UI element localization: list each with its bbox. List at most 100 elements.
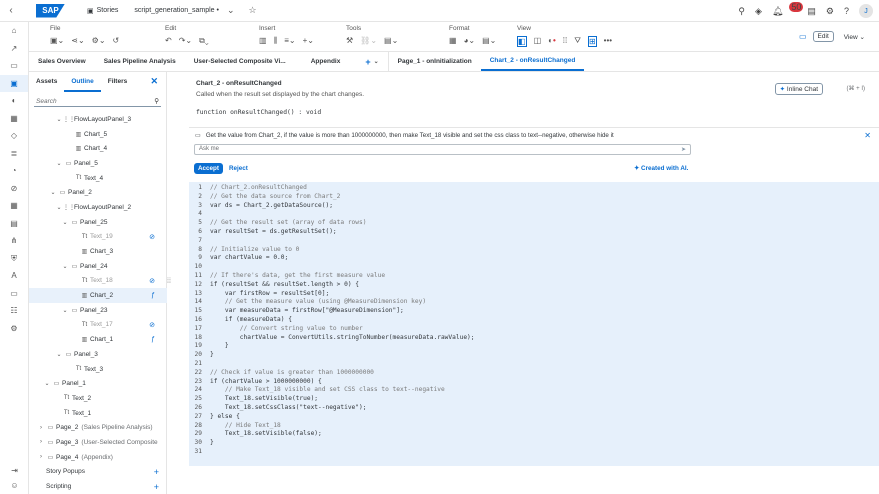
explore-icon[interactable]: ⊘ bbox=[0, 180, 28, 198]
tree-item[interactable]: ⌄ ▭ Panel_2 bbox=[29, 185, 167, 200]
model-icon[interactable]: ◇ bbox=[0, 127, 28, 145]
drag-handle-icon[interactable]: ⁞⁞ bbox=[167, 278, 171, 285]
story-popups-row[interactable]: Story Popups + bbox=[29, 464, 167, 479]
input-control-icon[interactable]: ≡⌄ bbox=[284, 36, 295, 46]
table-insert-icon[interactable]: ⫼ bbox=[274, 36, 278, 46]
tool-more-icon[interactable]: ▤⌄ bbox=[384, 36, 398, 45]
chevron-icon[interactable]: › bbox=[37, 454, 45, 460]
tab-outline[interactable]: Outline bbox=[64, 72, 101, 92]
chevron-down-icon[interactable]: ⌄ bbox=[227, 5, 235, 16]
help-icon[interactable]: ? bbox=[844, 6, 849, 16]
home-icon[interactable]: ⌂ bbox=[0, 22, 28, 40]
feedback-icon[interactable]: ▤ bbox=[807, 6, 816, 17]
tree-item[interactable]: ▥ Chart_1 ƒ bbox=[29, 332, 167, 347]
tree-item[interactable]: ⌄ ▭ Panel_25 bbox=[29, 215, 167, 230]
chevron-icon[interactable]: ⌄ bbox=[55, 204, 63, 211]
script-icon[interactable]: ƒ bbox=[151, 292, 155, 299]
stories-nav-icon[interactable]: ▣ bbox=[0, 74, 28, 92]
hidden-eye-icon[interactable]: ⊘ bbox=[149, 321, 155, 329]
trend-icon[interactable]: ↗ bbox=[0, 40, 28, 58]
format-more-icon[interactable]: ▤⌄ bbox=[482, 36, 496, 45]
view-button[interactable]: View ⌄ bbox=[839, 31, 869, 42]
tab-page1-oninit[interactable]: Page_1 - onInitialization bbox=[389, 52, 481, 71]
code-area[interactable]: 1 // Chart_2.onResultChanged 2 // Get the d… bbox=[189, 182, 879, 466]
close-ai-icon[interactable]: ✕ bbox=[864, 131, 871, 140]
chart-icon[interactable]: ▥ bbox=[259, 36, 267, 46]
scripting-icon[interactable]: ⊞ bbox=[587, 36, 597, 47]
chevron-icon[interactable]: › bbox=[37, 425, 45, 431]
tree-item[interactable]: ⌄ ⋮⋮ FlowLayoutPanel_2 bbox=[29, 200, 167, 215]
tree-item[interactable]: ▥ Chart_3 bbox=[29, 244, 167, 259]
system-icon[interactable]: ⚙ bbox=[0, 320, 28, 338]
history-icon[interactable]: ↺ bbox=[113, 36, 120, 45]
tree-item[interactable]: ▥ Chart_2 ƒ bbox=[29, 288, 167, 303]
tree-item[interactable]: ⌄ ▭ Panel_24 bbox=[29, 259, 167, 274]
sap-logo[interactable]: SAP bbox=[36, 3, 65, 18]
style-icon[interactable]: ▦ bbox=[449, 36, 457, 45]
layout-icon[interactable]: ◧ bbox=[517, 36, 527, 47]
grid-icon[interactable]: ⁞⁞ bbox=[563, 36, 567, 47]
filter-icon[interactable]: ⛛ bbox=[574, 36, 581, 47]
translate-icon[interactable]: A bbox=[0, 267, 28, 285]
tab-user-selected[interactable]: User-Selected Composite Vi... bbox=[185, 52, 295, 71]
hidden-eye-icon[interactable]: ⊘ bbox=[149, 233, 155, 241]
send-icon[interactable]: ➤ bbox=[681, 146, 686, 153]
stories-menu[interactable]: ▣ Stories bbox=[87, 7, 118, 15]
tab-filters[interactable]: Filters bbox=[101, 72, 135, 92]
add-icon[interactable]: +⌄ bbox=[303, 36, 314, 46]
errors-icon[interactable]: ◐• bbox=[548, 36, 556, 47]
favorite-star-icon[interactable]: ☆ bbox=[249, 5, 257, 16]
undo-icon[interactable]: ↶ bbox=[165, 36, 172, 46]
tree-item[interactable]: Tt Text_2 bbox=[29, 391, 167, 406]
save-icon[interactable]: ▣⌄ bbox=[50, 36, 64, 45]
redo-icon[interactable]: ↷⌄ bbox=[179, 36, 192, 46]
copy-icon[interactable]: ⧉⌄ bbox=[199, 36, 209, 46]
notifications-icon[interactable]: 🔔︎ 50 bbox=[772, 1, 804, 17]
tab-assets[interactable]: Assets bbox=[29, 72, 64, 92]
device-preview-icon[interactable]: ▭ bbox=[799, 32, 807, 41]
security-icon[interactable]: ⛨ bbox=[0, 250, 28, 268]
tree-item[interactable]: ⌄ ▭ Panel_23 bbox=[29, 303, 167, 318]
add-popup-icon[interactable]: + bbox=[154, 467, 159, 477]
chevron-icon[interactable]: ⌄ bbox=[61, 219, 69, 226]
chevron-icon[interactable]: ⌄ bbox=[49, 189, 57, 196]
formula-icon[interactable]: ⚒ bbox=[346, 36, 353, 45]
panel-splitter[interactable]: ⁞⁞ bbox=[167, 72, 189, 494]
tab-sales-overview[interactable]: Sales Overview bbox=[29, 52, 95, 71]
accept-button[interactable]: Accept bbox=[194, 163, 223, 174]
user-icon[interactable]: ☺ bbox=[0, 477, 29, 494]
hidden-eye-icon[interactable]: ⊘ bbox=[149, 277, 155, 285]
tree-item[interactable]: ⌄ ▭ Panel_5 bbox=[29, 156, 167, 171]
chevron-icon[interactable]: › bbox=[37, 439, 45, 445]
tree-item[interactable]: ⌄ ▭ Panel_1 bbox=[29, 376, 167, 391]
gear-icon[interactable]: ⚙⌄ bbox=[92, 36, 106, 45]
tree-item[interactable]: Tt Text_17 ⊘ bbox=[29, 318, 167, 333]
script-icon[interactable]: ƒ bbox=[151, 336, 155, 343]
lightbulb-icon[interactable]: ◈ bbox=[755, 6, 762, 17]
tree-item[interactable]: ⌄ ⋮⋮ FlowLayoutPanel_3 bbox=[29, 112, 167, 127]
ask-me-input[interactable]: Ask me ➤ bbox=[194, 144, 691, 155]
tree-item[interactable]: Tt Text_3 bbox=[29, 362, 167, 377]
close-icon[interactable]: ✕ bbox=[150, 76, 158, 87]
search-input[interactable]: Search ⚲ bbox=[34, 96, 161, 107]
chevron-icon[interactable]: ⌄ bbox=[61, 307, 69, 314]
add-tab-button[interactable]: + ⌄ bbox=[356, 52, 389, 71]
tree-item[interactable]: Tt Text_19 ⊘ bbox=[29, 230, 167, 245]
tab-sales-pipeline[interactable]: Sales Pipeline Analysis bbox=[95, 52, 185, 71]
edit-button[interactable]: Edit bbox=[812, 31, 834, 42]
link-icon[interactable]: ⛓⌄ bbox=[360, 36, 377, 45]
tree-item[interactable]: › ▭ Page_3 (User-Selected Composite bbox=[29, 435, 167, 450]
calendar-icon[interactable]: ▦ bbox=[0, 197, 28, 215]
back-icon[interactable]: ‹ bbox=[0, 5, 22, 16]
chevron-icon[interactable]: ⌄ bbox=[61, 263, 69, 270]
panel-icon[interactable]: ◫ bbox=[534, 36, 542, 47]
data-icon[interactable]: ▦ bbox=[0, 110, 28, 128]
hierarchy-icon[interactable]: ⋔ bbox=[0, 232, 28, 250]
chevron-icon[interactable]: ⌄ bbox=[55, 160, 63, 167]
chevron-icon[interactable]: ⌄ bbox=[43, 380, 51, 387]
settings-icon[interactable]: ⚙ bbox=[826, 6, 834, 17]
tree-item[interactable]: › ▭ Page_4 (Appendix) bbox=[29, 450, 167, 465]
avatar[interactable]: J bbox=[859, 4, 873, 18]
analytics-icon[interactable]: ◔ bbox=[0, 162, 28, 180]
tree-item[interactable]: › ▭ Page_2 (Sales Pipeline Analysis) bbox=[29, 420, 167, 435]
